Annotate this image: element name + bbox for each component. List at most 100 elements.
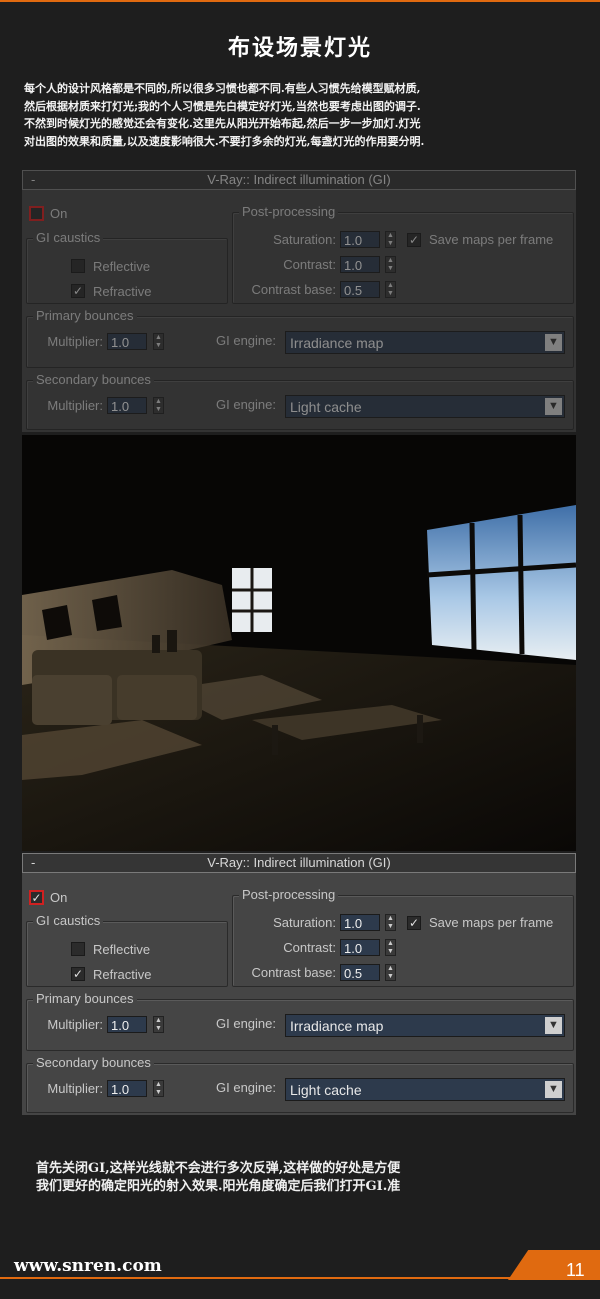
group-label: GI caustics (33, 913, 104, 928)
explanation-line: 我们更好的确定阳光的射入效果.阳光角度确定后我们打开GI.准 (36, 1179, 401, 1194)
post-processing-group: Post-processing Saturation: 1.0 ▲ ▼ Contr… (232, 204, 574, 304)
render-preview (22, 435, 576, 851)
contrast-base-spinner[interactable]: 0.5 (340, 964, 380, 981)
multiplier-label: Multiplier: (47, 1017, 103, 1032)
spinner-arrows-icon[interactable]: ▲ ▼ (385, 231, 396, 248)
spinner-arrows-icon[interactable]: ▲ ▼ (153, 333, 164, 350)
gi-caustics-group: GI caustics Reflective ✓ Refractive (26, 230, 228, 304)
page-number: 11 (566, 1260, 585, 1280)
secondary-engine-dropdown[interactable]: Light cache ▼ (285, 395, 565, 418)
primary-engine-dropdown[interactable]: Irradiance map ▼ (285, 1014, 565, 1037)
group-label: Primary bounces (33, 991, 137, 1006)
primary-engine-dropdown[interactable]: Irradiance map ▼ (285, 331, 565, 354)
group-label: Post-processing (239, 204, 339, 219)
primary-bounces-group: Primary bounces Multiplier: 1.0 ▲ ▼ GI en… (26, 308, 574, 368)
reflective-checkbox[interactable] (71, 942, 85, 956)
explanation-paragraph: 首先关闭GI,这样光线就不会进行多次反弹,这样做的好处是方便 我们更好的确定阳光… (36, 1160, 576, 1196)
spinner-arrows-icon[interactable]: ▲ ▼ (385, 914, 396, 931)
spinner-arrows-icon[interactable]: ▲ ▼ (153, 397, 164, 414)
gi-on-checkbox[interactable] (29, 206, 44, 221)
multiplier-label: Multiplier: (47, 398, 103, 413)
spinner-arrows-icon[interactable]: ▲ ▼ (385, 964, 396, 981)
save-maps-checkbox[interactable]: ✓ (407, 916, 421, 930)
group-label: Secondary bounces (33, 372, 154, 387)
intro-paragraph: 每个人的设计风格都是不同的,所以很多习惯也都不同.有些人习惯先给模型赋材质, 然… (24, 80, 580, 150)
dropdown-value: Light cache (290, 399, 362, 415)
group-label: Post-processing (239, 887, 339, 902)
small-window (232, 568, 272, 632)
saturation-label: Saturation: (273, 232, 336, 247)
site-url: www.snren.com (14, 1256, 162, 1276)
contrast-base-label: Contrast base: (251, 965, 336, 980)
refractive-checkbox[interactable]: ✓ (71, 284, 85, 298)
spinner-arrows-icon[interactable]: ▲ ▼ (385, 281, 396, 298)
secondary-multiplier-spinner[interactable]: 1.0 (107, 1080, 147, 1097)
primary-bounces-group: Primary bounces Multiplier: 1.0 ▲ ▼ GI en… (26, 991, 574, 1051)
rollout-header[interactable]: - V-Ray:: Indirect illumination (GI) (22, 853, 576, 873)
contrast-label: Contrast: (283, 257, 336, 272)
saturation-spinner[interactable]: 1.0 (340, 231, 380, 248)
secondary-engine-dropdown[interactable]: Light cache ▼ (285, 1078, 565, 1101)
gi-caustics-group: GI caustics Reflective ✓ Refractive (26, 913, 228, 987)
multiplier-label: Multiplier: (47, 1081, 103, 1096)
gi-engine-label: GI engine: (216, 1080, 276, 1095)
contrast-base-spinner[interactable]: 0.5 (340, 281, 380, 298)
contrast-base-label: Contrast base: (251, 282, 336, 297)
gi-engine-label: GI engine: (216, 397, 276, 412)
dropdown-value: Light cache (290, 1082, 362, 1098)
gi-rollout-enabled: - V-Ray:: Indirect illumination (GI) ✓ O… (22, 853, 576, 1115)
intro-line: 然后根据材质来打灯光;我的个人习惯是先白模定好灯光,当然也要考虑出图的调子. (24, 99, 421, 113)
intro-line: 不然到时候灯光的感觉还会有变化.这里先从阳光开始布起,然后一步一步加灯.灯光 (24, 117, 421, 130)
footer-accent-line (0, 1277, 520, 1279)
save-maps-checkbox[interactable]: ✓ (407, 233, 421, 247)
spinner-arrows-icon[interactable]: ▲ ▼ (153, 1016, 164, 1033)
page-title: 布设场景灯光 (227, 35, 372, 61)
spinner-arrows-icon[interactable]: ▲ ▼ (153, 1080, 164, 1097)
spinner-arrows-icon[interactable]: ▲ ▼ (385, 256, 396, 273)
explanation-line: 首先关闭GI,这样光线就不会进行多次反弹,这样做的好处是方便 (36, 1161, 401, 1176)
gi-on-checkbox[interactable]: ✓ (29, 890, 44, 905)
saturation-label: Saturation: (273, 915, 336, 930)
chevron-down-icon[interactable]: ▼ (545, 1081, 562, 1098)
secondary-bounces-group: Secondary bounces Multiplier: 1.0 ▲ ▼ GI … (26, 1055, 574, 1113)
refractive-label: Refractive (93, 967, 152, 982)
reflective-checkbox[interactable] (71, 259, 85, 273)
top-accent-line (0, 0, 600, 2)
contrast-spinner[interactable]: 1.0 (340, 256, 380, 273)
secondary-bounces-group: Secondary bounces Multiplier: 1.0 ▲ ▼ GI … (26, 372, 574, 430)
dropdown-value: Irradiance map (290, 1018, 384, 1034)
group-label: GI caustics (33, 230, 104, 245)
large-window (426, 505, 576, 660)
chevron-down-icon[interactable]: ▼ (545, 1017, 562, 1034)
reflective-label: Reflective (93, 942, 151, 957)
chevron-down-icon[interactable]: ▼ (545, 398, 562, 415)
gi-on-label: On (50, 890, 68, 905)
saturation-spinner[interactable]: 1.0 (340, 914, 380, 931)
rollout-title: V-Ray:: Indirect illumination (GI) (207, 172, 391, 187)
save-maps-label: Save maps per frame (429, 915, 554, 930)
refractive-label: Refractive (93, 284, 152, 299)
spinner-arrows-icon[interactable]: ▲ ▼ (385, 939, 396, 956)
rollout-header[interactable]: - V-Ray:: Indirect illumination (GI) (22, 170, 576, 190)
post-processing-group: Post-processing Saturation: 1.0 ▲ ▼ Contr… (232, 887, 574, 987)
secondary-multiplier-spinner[interactable]: 1.0 (107, 397, 147, 414)
contrast-spinner[interactable]: 1.0 (340, 939, 380, 956)
primary-multiplier-spinner[interactable]: 1.0 (107, 1016, 147, 1033)
primary-multiplier-spinner[interactable]: 1.0 (107, 333, 147, 350)
gi-engine-label: GI engine: (216, 1016, 276, 1031)
contrast-label: Contrast: (283, 940, 336, 955)
chevron-down-icon[interactable]: ▼ (545, 334, 562, 351)
gi-on-label: On (50, 206, 68, 221)
gi-engine-label: GI engine: (216, 333, 276, 348)
refractive-checkbox[interactable]: ✓ (71, 967, 85, 981)
collapse-icon[interactable]: - (31, 171, 35, 189)
group-label: Secondary bounces (33, 1055, 154, 1070)
interior-render-image (22, 435, 576, 851)
intro-line: 每个人的设计风格都是不同的,所以很多习惯也都不同.有些人习惯先给模型赋材质, (24, 82, 421, 95)
group-label: Primary bounces (33, 308, 137, 323)
reflective-label: Reflective (93, 259, 151, 274)
gi-rollout-disabled: - V-Ray:: Indirect illumination (GI) On … (22, 170, 576, 432)
multiplier-label: Multiplier: (47, 334, 103, 349)
intro-line: 对出图的效果和质量,以及速度影响很大.不要打多余的灯光,每盏灯光的作用要分明. (24, 134, 425, 148)
collapse-icon[interactable]: - (31, 854, 35, 872)
